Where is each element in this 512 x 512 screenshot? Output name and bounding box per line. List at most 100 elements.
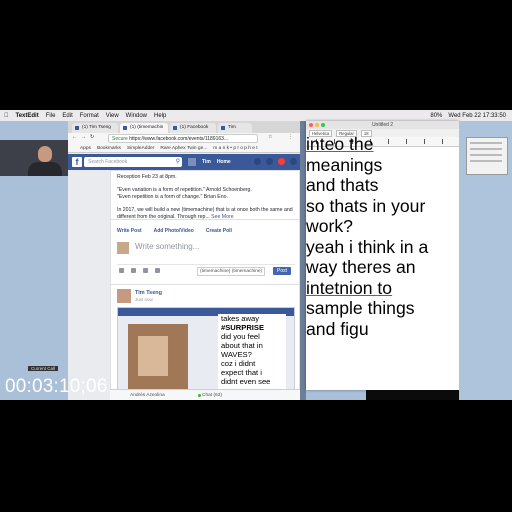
facebook-search-input[interactable]: Search Facebook ⚲ (84, 157, 182, 167)
post-button[interactable]: Post (273, 267, 291, 275)
facebook-logo[interactable]: f (72, 157, 82, 167)
create-poll-button[interactable]: Create Poll (206, 228, 232, 234)
menu-edit[interactable]: Edit (62, 113, 72, 119)
menu-clock[interactable]: Wed Feb 22 17:33:50 (448, 113, 506, 119)
image-text-overlay: takes away #SURPRISE did you feel about … (218, 314, 286, 394)
text-line: sample things (306, 298, 415, 318)
bookmark-simpleadder[interactable]: SimpleAdder (127, 144, 154, 152)
photo-icon[interactable] (119, 268, 124, 273)
facebook-favicon-icon (221, 126, 225, 130)
composer-toolbar: (timemachine) (timemachine) Post (117, 264, 295, 276)
apple-icon[interactable]:  (4, 113, 9, 119)
add-photo-button[interactable]: Add Photo/Video (154, 228, 194, 234)
background-window (459, 121, 512, 400)
bookmark-aphex[interactable]: Rare Aphex Twin ge... (160, 144, 207, 152)
post-image[interactable]: takes away #SURPRISE did you feel about … (117, 307, 295, 400)
composer-actions: Write Post Add Photo/Video Create Poll (117, 228, 232, 234)
menu-format[interactable]: Format (80, 113, 99, 119)
post-author[interactable]: Tim Tseng (135, 290, 162, 296)
facebook-header: f Search Facebook ⚲ Tim Home (68, 154, 300, 170)
document-text[interactable]: inteo the meanings and thats so thats in… (306, 134, 459, 339)
bookmark-mank-prophet[interactable]: m a n k • p r o p h e t (213, 144, 257, 152)
star-icon[interactable]: ☆ (268, 134, 272, 140)
text-line: work? (306, 216, 353, 236)
window-controls (309, 123, 325, 127)
webcam-person-body (28, 162, 62, 176)
chat-button[interactable]: Chat (63) (202, 390, 222, 400)
text-line: way theres an (306, 257, 416, 277)
text-line: meanings (306, 154, 383, 175)
close-icon[interactable] (309, 123, 313, 127)
browser-window: (1) Tim Tseng (1) (timemachin (1) Facebo… (68, 121, 300, 400)
friend-requests-icon[interactable] (254, 158, 261, 165)
back-icon[interactable]: ← (72, 134, 77, 140)
write-post-button[interactable]: Write Post (117, 228, 142, 234)
notifications-icon[interactable] (278, 158, 285, 165)
audience-selector[interactable]: (timemachine) (timemachine) (197, 267, 266, 276)
messages-icon[interactable] (266, 158, 273, 165)
secure-label: Secure (112, 136, 128, 142)
window-title: Untitled 2 (306, 121, 459, 129)
menu-window[interactable]: Window (126, 113, 147, 119)
text-line: and thats (306, 175, 379, 195)
home-link[interactable]: Home (217, 157, 231, 167)
address-bar-row: ← → ↻ Secure https://www.facebook.com/ev… (68, 133, 300, 144)
menu-view[interactable]: View (106, 113, 119, 119)
tab-strip: (1) Tim Tseng (1) (timemachin (1) Facebo… (68, 121, 300, 133)
avatar[interactable] (117, 289, 131, 303)
facebook-favicon-icon (173, 126, 177, 130)
video-timecode: 00:03:10;06 (5, 376, 108, 397)
text-line: intetnion to (306, 277, 393, 298)
call-label: Current Call (28, 366, 59, 371)
battery-status[interactable]: 80% (430, 113, 442, 119)
chat-bar: Andrés Azeolina Chat (63) (110, 389, 300, 400)
facebook-favicon-icon (123, 126, 127, 130)
tab-tim[interactable]: Tim (218, 123, 252, 133)
tab-tim-tseng[interactable]: (1) Tim Tseng (72, 123, 118, 133)
post-composer: Write Post Add Photo/Video Create Poll W… (110, 219, 300, 285)
text-line: yeah i think in a (306, 236, 429, 257)
image-photo-person (138, 336, 168, 376)
bookmark-apps[interactable]: Apps (80, 144, 91, 152)
bookmarks-bar: Apps Bookmarks SimpleAdder Rare Aphex Tw… (68, 144, 300, 153)
facebook-header-icons (254, 158, 297, 165)
text-line: and figu (306, 318, 369, 339)
feed-post: Tim Tseng Just now takes away #SURPRISE … (110, 284, 300, 400)
menu-app-name[interactable]: TextEdit (16, 113, 39, 119)
scroll-area (366, 390, 459, 400)
url-input[interactable]: Secure https://www.facebook.com/events/1… (108, 134, 258, 143)
text-line: so thats in your (306, 195, 426, 216)
forward-icon[interactable]: → (81, 134, 86, 140)
menu-bar:  TextEdit File Edit Format View Window … (0, 110, 512, 121)
online-status-icon (198, 394, 201, 397)
zoom-icon[interactable] (321, 123, 325, 127)
facebook-user-nav: Tim Home (188, 157, 231, 167)
menu-file[interactable]: File (46, 113, 56, 119)
composer-input[interactable]: Write something... (135, 242, 199, 251)
tag-icon[interactable] (131, 268, 136, 273)
search-icon[interactable]: ⚲ (176, 157, 180, 167)
help-icon[interactable] (290, 158, 297, 165)
minimize-icon[interactable] (315, 123, 319, 127)
location-icon[interactable] (143, 268, 148, 273)
text-line: inteo the (306, 134, 374, 154)
profile-link[interactable]: Tim (202, 157, 211, 167)
facebook-favicon-icon (75, 126, 79, 130)
webcam-person-head (38, 146, 52, 162)
emoji-icon[interactable] (155, 268, 160, 273)
menu-dots-icon[interactable]: ⋮ (288, 134, 293, 140)
textedit-window: Untitled 2 Helvetica Regular 18 inteo th… (306, 121, 459, 390)
reload-icon[interactable]: ↻ (90, 134, 94, 140)
webcam-preview (0, 140, 68, 176)
tab-facebook[interactable]: (1) Facebook (170, 123, 216, 133)
left-column (68, 170, 110, 400)
url-text: https://www.facebook.com/events/1189163.… (129, 136, 229, 142)
tab-timemachine[interactable]: (1) (timemachin (120, 123, 168, 133)
menu-help[interactable]: Help (154, 113, 166, 119)
chat-contact[interactable]: Andrés Azeolina (130, 390, 165, 400)
avatar[interactable] (188, 158, 196, 166)
bookmark-bookmarks[interactable]: Bookmarks (97, 144, 121, 152)
post-timestamp[interactable]: Just now (135, 297, 153, 302)
avatar (117, 242, 129, 254)
background-window-thumb[interactable] (466, 137, 508, 175)
